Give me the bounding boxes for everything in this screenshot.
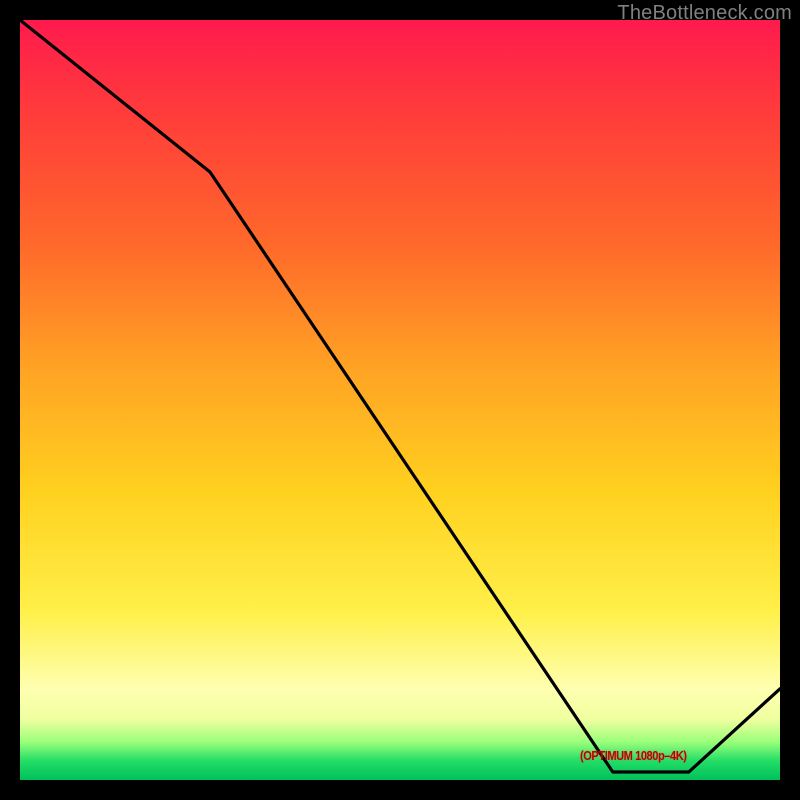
bottleneck-curve [20,20,780,780]
chart-frame: (OPTIMUM 1080p–4K) TheBottleneck.com [0,0,800,800]
watermark-text: TheBottleneck.com [617,2,792,25]
plot-area: (OPTIMUM 1080p–4K) [20,20,780,780]
optimum-annotation: (OPTIMUM 1080p–4K) [580,748,687,763]
